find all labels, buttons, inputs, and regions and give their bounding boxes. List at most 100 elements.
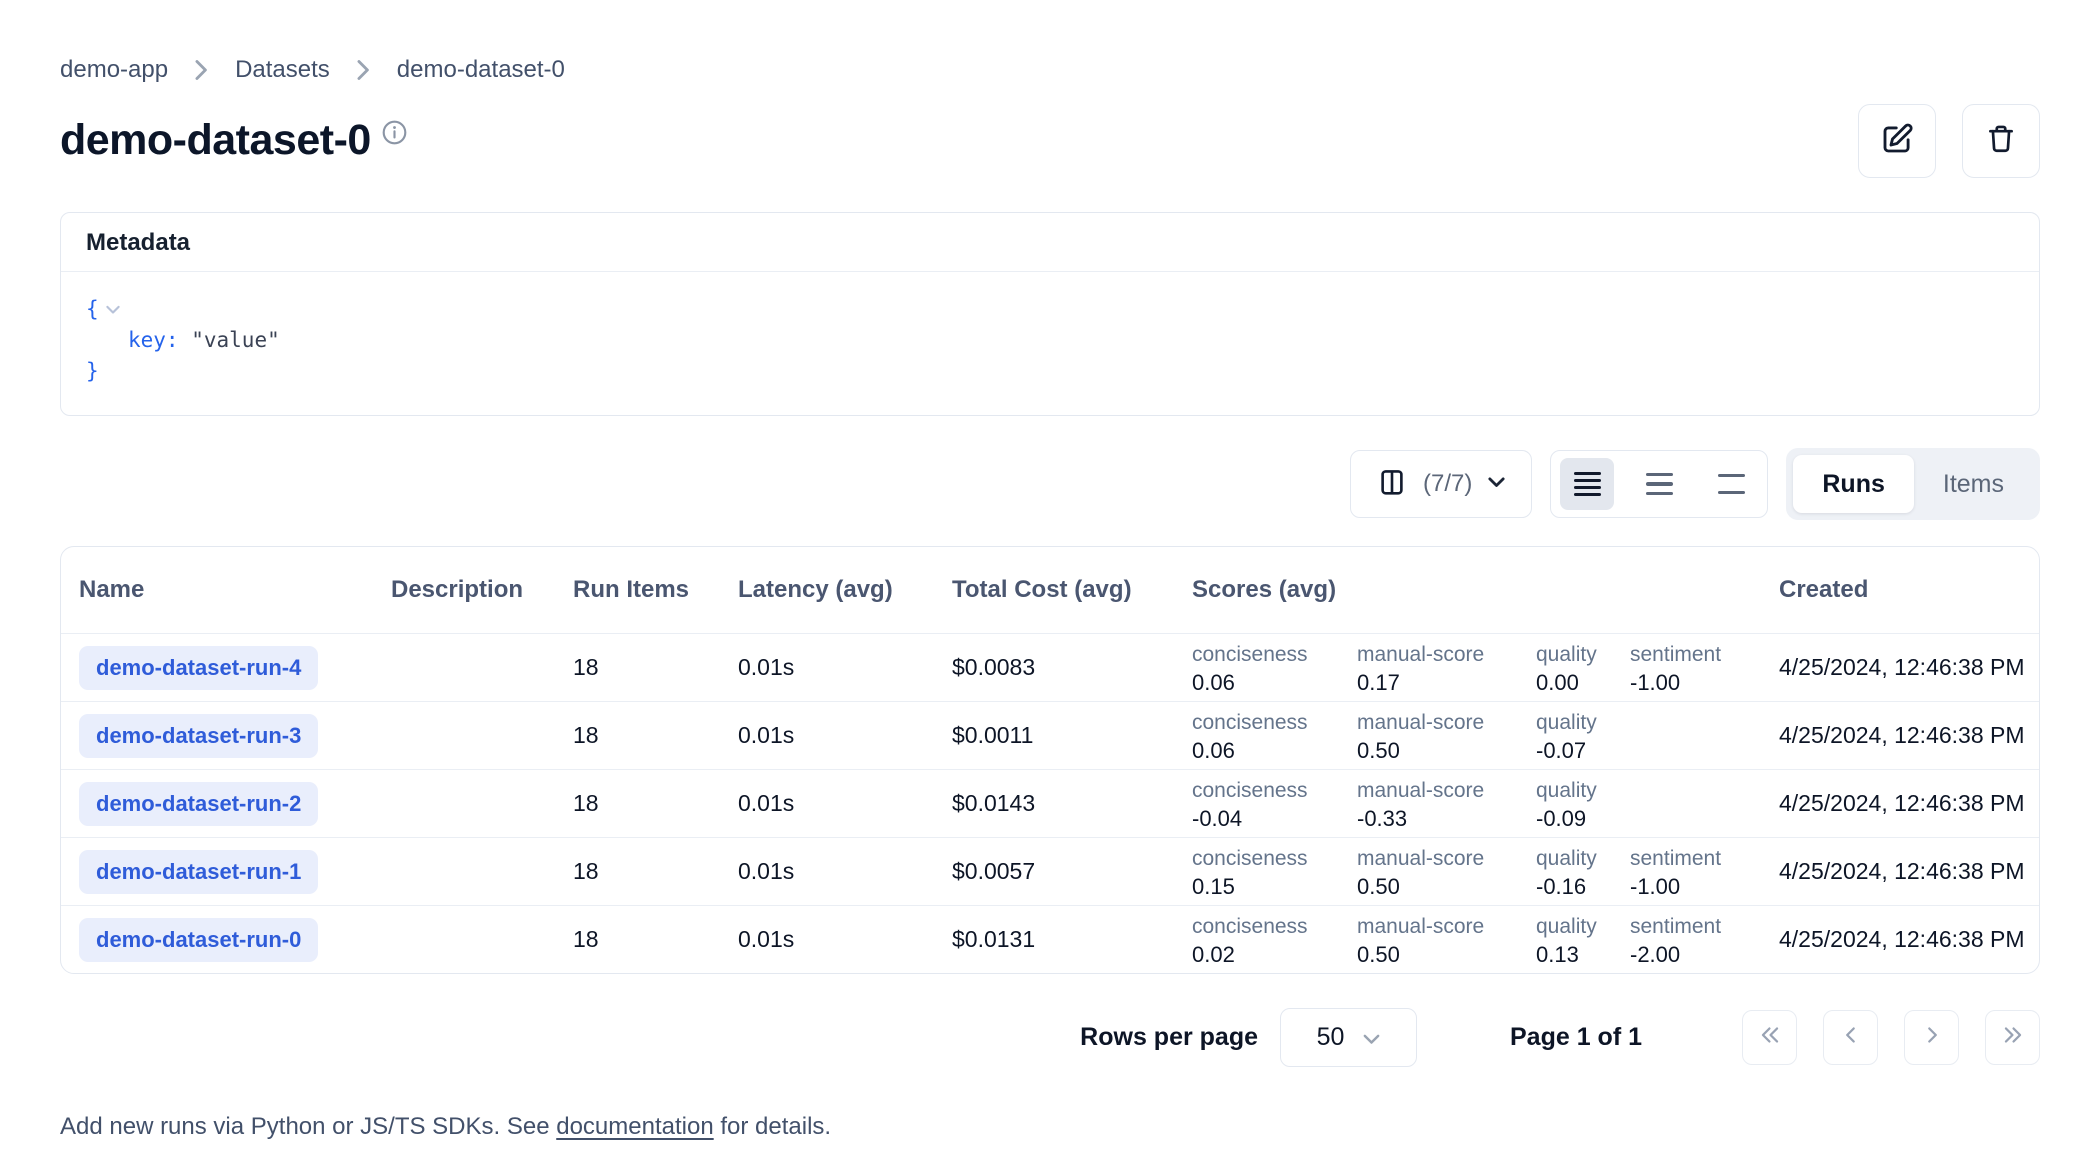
last-page-button[interactable] [1985, 1010, 2040, 1065]
table-row[interactable]: demo-dataset-run-1180.01s$0.0057concisen… [61, 837, 2039, 905]
name-cell: demo-dataset-run-4 [79, 646, 391, 690]
run-items-cell: 18 [573, 858, 738, 885]
json-value: "value" [191, 325, 280, 356]
table-row[interactable]: demo-dataset-run-3180.01s$0.0011concisen… [61, 701, 2039, 769]
metadata-card-title: Metadata [61, 213, 2039, 272]
run-name-link[interactable]: demo-dataset-run-4 [79, 646, 318, 690]
score-label: quality [1536, 641, 1630, 668]
score-label: manual-score [1357, 845, 1536, 872]
score-value: 0.50 [1357, 736, 1536, 765]
first-page-button[interactable] [1742, 1010, 1797, 1065]
json-open-brace: { [86, 294, 99, 325]
run-name-link[interactable]: demo-dataset-run-0 [79, 918, 318, 962]
score-item: manual-score0.50 [1357, 845, 1536, 905]
chevron-right-icon [1919, 1022, 1945, 1053]
name-cell: demo-dataset-run-1 [79, 850, 391, 894]
delete-dataset-button[interactable] [1962, 104, 2040, 178]
table-row[interactable]: demo-dataset-run-0180.01s$0.0131concisen… [61, 905, 2039, 973]
created-cell: 4/25/2024, 12:46:38 PM [1779, 790, 2039, 817]
score-item: quality0.00 [1536, 641, 1630, 701]
breadcrumb-item-project[interactable]: demo-app [60, 56, 168, 84]
scores-cell: conciseness0.02manual-score0.50quality0.… [1192, 906, 1779, 973]
score-item: conciseness0.15 [1192, 845, 1357, 905]
collapse-caret-icon[interactable] [105, 305, 121, 315]
rows-per-page-select[interactable]: 50 [1280, 1008, 1417, 1067]
next-page-button[interactable] [1904, 1010, 1959, 1065]
chevrons-left-icon [1757, 1022, 1783, 1053]
total-cost-cell: $0.0083 [952, 654, 1192, 681]
column-count-label: (7/7) [1423, 470, 1472, 498]
sdk-hint-text-after: for details. [714, 1113, 831, 1140]
score-item: manual-score-0.33 [1357, 777, 1536, 837]
table-row[interactable]: demo-dataset-run-4180.01s$0.0083concisen… [61, 633, 2039, 701]
score-value: 0.50 [1357, 872, 1536, 901]
column-header-total-cost: Total Cost (avg) [952, 576, 1192, 604]
score-item: sentiment-1.00 [1630, 845, 1770, 905]
name-cell: demo-dataset-run-3 [79, 714, 391, 758]
chevrons-right-icon [2000, 1022, 2026, 1053]
column-header-scores: Scores (avg) [1192, 576, 1779, 604]
score-value: 0.02 [1192, 940, 1357, 969]
run-items-cell: 18 [573, 654, 738, 681]
table-row[interactable]: demo-dataset-run-2180.01s$0.0143concisen… [61, 769, 2039, 837]
score-item: quality-0.07 [1536, 709, 1630, 769]
score-label: manual-score [1357, 913, 1536, 940]
tab-items[interactable]: Items [1914, 455, 2033, 513]
edit-icon [1879, 121, 1915, 162]
score-value: 0.15 [1192, 872, 1357, 901]
rows-per-page-label: Rows per page [1080, 1023, 1258, 1052]
breadcrumb-item-current[interactable]: demo-dataset-0 [397, 56, 565, 84]
score-label: manual-score [1357, 709, 1536, 736]
total-cost-cell: $0.0143 [952, 790, 1192, 817]
created-cell: 4/25/2024, 12:46:38 PM [1779, 926, 2039, 953]
score-item: conciseness0.06 [1192, 709, 1357, 769]
score-value: -1.00 [1630, 872, 1770, 901]
row-height-medium-button[interactable] [1632, 458, 1686, 510]
score-label: sentiment [1630, 913, 1770, 940]
row-height-small-button[interactable] [1560, 458, 1614, 510]
pagination-bar: Rows per page 50 Page 1 of 1 [60, 1008, 2040, 1067]
edit-dataset-button[interactable] [1858, 104, 1936, 178]
chevron-right-icon [357, 59, 370, 81]
score-item: manual-score0.50 [1357, 913, 1536, 973]
name-cell: demo-dataset-run-2 [79, 782, 391, 826]
row-height-large-button[interactable] [1704, 458, 1758, 510]
score-label: conciseness [1192, 709, 1357, 736]
score-label: sentiment [1630, 845, 1770, 872]
chevron-down-icon [1363, 1023, 1380, 1052]
score-item: conciseness0.02 [1192, 913, 1357, 973]
documentation-link[interactable]: documentation [556, 1113, 713, 1140]
run-items-cell: 18 [573, 926, 738, 953]
dataset-detail-page: demo-app Datasets demo-dataset-0 demo-da… [0, 0, 2100, 1141]
run-items-cell: 18 [573, 722, 738, 749]
score-item: quality-0.09 [1536, 777, 1630, 837]
created-cell: 4/25/2024, 12:46:38 PM [1779, 858, 2039, 885]
metadata-card: Metadata { key: "value" } [60, 212, 2040, 416]
row-height-toggle-group [1550, 450, 1768, 518]
page-status: Page 1 of 1 [1510, 1023, 1642, 1052]
column-header-run-items: Run Items [573, 576, 738, 604]
title-row: demo-dataset-0 [60, 104, 2040, 178]
breadcrumb-item-datasets[interactable]: Datasets [235, 56, 330, 84]
score-item: quality0.13 [1536, 913, 1630, 973]
run-name-link[interactable]: demo-dataset-run-3 [79, 714, 318, 758]
breadcrumb: demo-app Datasets demo-dataset-0 [60, 0, 2040, 84]
score-value: 0.00 [1536, 668, 1630, 697]
scores-cell: conciseness0.06manual-score0.50quality-0… [1192, 702, 1779, 769]
rows-4-lines-icon [1574, 472, 1601, 496]
page-title: demo-dataset-0 [60, 117, 371, 164]
score-item: conciseness-0.04 [1192, 777, 1357, 837]
score-item: manual-score0.17 [1357, 641, 1536, 701]
info-icon[interactable] [381, 119, 408, 151]
tab-runs[interactable]: Runs [1793, 455, 1914, 513]
score-label: conciseness [1192, 777, 1357, 804]
run-name-link[interactable]: demo-dataset-run-1 [79, 850, 318, 894]
runs-table: Name Description Run Items Latency (avg)… [60, 546, 2040, 974]
run-name-link[interactable]: demo-dataset-run-2 [79, 782, 318, 826]
total-cost-cell: $0.0011 [952, 722, 1192, 749]
sdk-hint: Add new runs via Python or JS/TS SDKs. S… [60, 1113, 2040, 1141]
score-value: 0.06 [1192, 668, 1357, 697]
score-item: sentiment-1.00 [1630, 641, 1770, 701]
previous-page-button[interactable] [1823, 1010, 1878, 1065]
column-visibility-button[interactable]: (7/7) [1350, 450, 1532, 518]
